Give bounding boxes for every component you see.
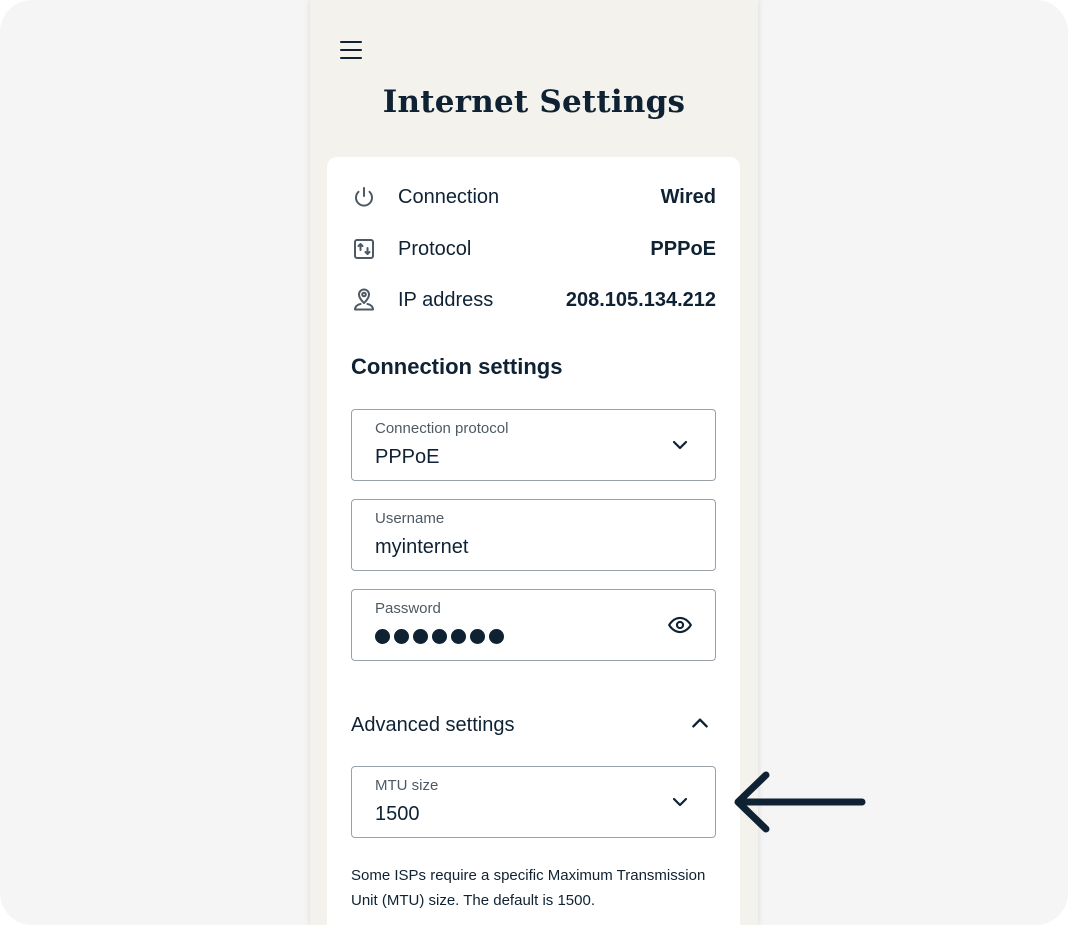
status-row-protocol: Protocol PPPoE bbox=[352, 234, 716, 264]
field-label: Connection protocol bbox=[375, 420, 509, 437]
settings-card: Connection Wired Protocol PPPoE IP addre… bbox=[327, 157, 740, 925]
username-field[interactable]: Username myinternet bbox=[351, 499, 716, 571]
advanced-settings-toggle[interactable]: Advanced settings bbox=[351, 710, 714, 740]
chevron-down-icon[interactable] bbox=[667, 432, 693, 458]
location-person-icon bbox=[352, 288, 376, 312]
status-row-ip: IP address 208.105.134.212 bbox=[352, 285, 716, 315]
field-value: PPPoE bbox=[375, 446, 440, 468]
power-icon bbox=[352, 185, 376, 209]
mtu-helper-text: Some ISPs require a specific Maximum Tra… bbox=[351, 867, 706, 909]
status-row-connection: Connection Wired bbox=[352, 182, 716, 212]
field-label: Username bbox=[375, 510, 445, 527]
chevron-down-icon[interactable] bbox=[667, 789, 693, 815]
status-value: Wired bbox=[660, 185, 716, 208]
phone-screen: Internet Settings Connection Wired Proto… bbox=[310, 0, 758, 925]
arrow-left-icon bbox=[734, 771, 866, 833]
protocol-icon bbox=[352, 237, 376, 261]
field-label: Password bbox=[375, 600, 441, 617]
status-value: 208.105.134.212 bbox=[565, 288, 716, 311]
backdrop: Internet Settings Connection Wired Proto… bbox=[0, 0, 1068, 925]
status-value: PPPoE bbox=[650, 237, 716, 260]
field-value: 1500 bbox=[375, 803, 420, 825]
status-label: Protocol bbox=[398, 237, 472, 260]
section-title: Connection settings bbox=[351, 354, 563, 379]
eye-icon[interactable] bbox=[667, 612, 693, 638]
password-mask bbox=[375, 629, 504, 644]
field-value: myinternet bbox=[375, 536, 469, 558]
advanced-settings-label: Advanced settings bbox=[351, 713, 515, 736]
chevron-up-icon[interactable] bbox=[689, 712, 711, 739]
mtu-size-select[interactable]: MTU size 1500 bbox=[351, 766, 716, 838]
status-label: Connection bbox=[398, 185, 500, 208]
field-label: MTU size bbox=[375, 777, 439, 794]
connection-protocol-select[interactable]: Connection protocol PPPoE bbox=[351, 409, 716, 481]
password-field[interactable]: Password bbox=[351, 589, 716, 661]
page-title: Internet Settings bbox=[382, 84, 686, 120]
hamburger-menu-icon[interactable] bbox=[340, 41, 362, 59]
status-label: IP address bbox=[398, 288, 494, 311]
